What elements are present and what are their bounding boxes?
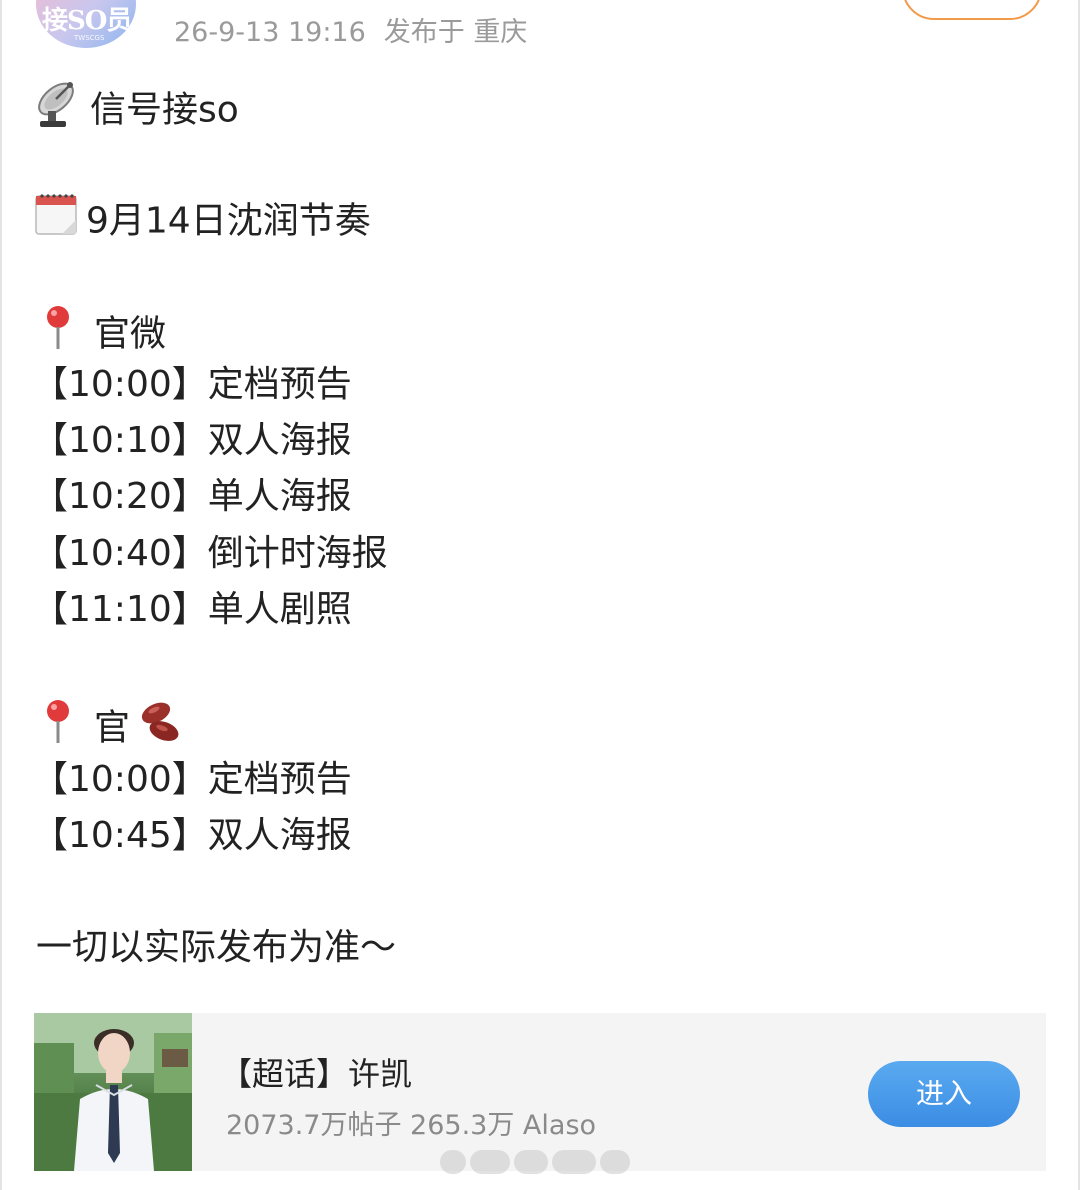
left-frame-border <box>0 0 2 1190</box>
schedule-item: 【10:00】定档预告 <box>32 364 352 405</box>
schedule-item: 【10:10】双人海报 <box>32 420 352 461</box>
topic-thumbnail[interactable] <box>34 1013 192 1171</box>
topic-stats: 2073.7万帖子 265.3万 Alaso <box>226 1110 597 1141</box>
schedule-item: 【10:40】倒计时海报 <box>32 533 388 574</box>
satellite-antenna-icon <box>32 77 84 140</box>
schedule-item: 【10:45】双人海报 <box>32 815 352 856</box>
round-pushpin-icon <box>32 303 88 362</box>
beans-icon <box>130 697 186 756</box>
round-pushpin-icon <box>32 697 88 756</box>
date-heading: 9月14日沈润节奏 <box>86 200 371 242</box>
section2-title: 官 <box>94 707 131 749</box>
avatar-logo-text: 接SO员 <box>42 6 132 36</box>
post-timestamp: 26-9-13 19:16 <box>174 17 366 48</box>
avatar-logo-subtext: TWSCGS <box>74 34 105 42</box>
schedule-item: 【10:00】定档预告 <box>32 759 352 800</box>
schedule-item: 【10:20】单人海报 <box>32 476 352 517</box>
footer-note: 一切以实际发布为准～ <box>36 927 397 968</box>
post-line-signal: 信号接so <box>32 80 239 143</box>
follow-button[interactable]: + 关注 <box>902 0 1042 20</box>
calendar-icon <box>32 190 80 249</box>
schedule-item: 【11:10】单人剧照 <box>32 589 352 630</box>
signal-text: 信号接so <box>90 89 239 131</box>
post-line-date: 9月14日沈润节奏 <box>32 193 371 252</box>
watermark <box>440 1144 640 1180</box>
post-location: 重庆 <box>473 17 528 48</box>
published-at-label: 发布于 <box>383 17 465 48</box>
topic-title[interactable]: 【超话】许凯 <box>220 1049 412 1095</box>
section1-title: 官微 <box>94 313 167 355</box>
section2-heading: 官 <box>32 700 192 759</box>
avatar[interactable]: 接SO员 TWSCGS <box>36 0 136 48</box>
enter-button[interactable]: 进入 <box>868 1061 1020 1127</box>
section1-heading: 官微 <box>32 306 166 365</box>
post-meta: 26-9-13 19:16 发布于 重庆 <box>174 10 527 49</box>
